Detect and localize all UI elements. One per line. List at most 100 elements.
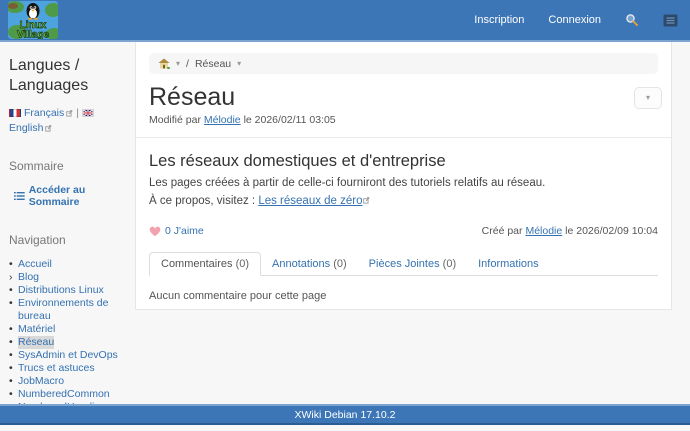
content-paragraph: À ce propos, visitez : Les réseaux de zé… bbox=[149, 194, 658, 208]
modified-prefix: Modifié par bbox=[149, 114, 201, 126]
page-actions-dropdown-button[interactable]: ▾ bbox=[634, 87, 662, 109]
sidebar-item-label[interactable]: JobMacro bbox=[18, 375, 64, 388]
french-flag-icon bbox=[9, 109, 21, 117]
header-nav: Inscription Connexion bbox=[474, 13, 678, 27]
tab-count: (0) bbox=[236, 258, 249, 270]
tab-label: Annotations bbox=[272, 258, 330, 270]
doc-extra-tabs: Commentaires (0) Annotations (0) Pièces … bbox=[149, 252, 658, 276]
tab-label: Pièces Jointes bbox=[369, 258, 440, 270]
tab-label: Commentaires bbox=[161, 258, 233, 270]
search-icon bbox=[625, 13, 639, 27]
created-prefix: Créé par bbox=[482, 225, 523, 237]
tab-commentaires[interactable]: Commentaires (0) bbox=[149, 252, 261, 276]
sidebar-item-label[interactable]: Matériel bbox=[18, 323, 55, 336]
sidebar-item-numberedcommon[interactable]: • NumberedCommon bbox=[9, 388, 127, 401]
sidebar-item-label[interactable]: Blog bbox=[18, 271, 39, 284]
content-paragraph: Les pages créées à partir de celle-ci fo… bbox=[149, 176, 658, 190]
content-link-prefix: À ce propos, visitez : bbox=[149, 195, 255, 207]
bullet-icon: • bbox=[9, 362, 18, 375]
tab-informations[interactable]: Informations bbox=[467, 253, 550, 275]
tab-pieces-jointes[interactable]: Pièces Jointes (0) bbox=[358, 253, 467, 275]
bullet-icon: • bbox=[9, 388, 18, 401]
created-author-link[interactable]: Mélodie bbox=[525, 225, 562, 237]
sidebar-item-label[interactable]: Réseau bbox=[18, 336, 54, 349]
tab-count: (0) bbox=[333, 258, 346, 270]
drawer-menu-button[interactable] bbox=[663, 14, 678, 27]
sidebar-item-label[interactable]: Trucs et astuces bbox=[18, 362, 95, 375]
navigation-list: • Accueil › Blog • Distributions Linux •… bbox=[9, 258, 127, 427]
navigation-panel-title: Navigation bbox=[9, 233, 127, 247]
language-separator: | bbox=[76, 107, 79, 119]
header-divider bbox=[136, 137, 671, 138]
language-link-english[interactable]: English bbox=[9, 122, 52, 134]
home-icon[interactable] bbox=[158, 58, 170, 69]
hamburger-menu-icon bbox=[663, 14, 678, 27]
search-button[interactable] bbox=[625, 13, 639, 27]
breadcrumb-separator: / bbox=[186, 58, 189, 70]
language-label: English bbox=[9, 122, 43, 134]
created-info: Créé par Mélodie le 2026/02/09 10:04 bbox=[482, 225, 658, 237]
breadcrumb-page-dropdown-caret[interactable]: ▾ bbox=[237, 60, 241, 68]
site-logo[interactable]: Linux Village bbox=[8, 1, 58, 39]
sidebar-item-reseau[interactable]: • Réseau bbox=[9, 336, 127, 349]
like-button[interactable]: 0 J'aime bbox=[149, 225, 204, 237]
sidebar-item-jobmacro[interactable]: • JobMacro bbox=[9, 375, 127, 388]
tab-annotations[interactable]: Annotations (0) bbox=[261, 253, 358, 275]
breadcrumb-home-dropdown-caret[interactable]: ▾ bbox=[176, 60, 180, 68]
sidebar-item-label[interactable]: SysAdmin et DevOps bbox=[18, 349, 118, 362]
sommaire-panel-title: Sommaire bbox=[9, 159, 127, 173]
languages-title: Langues / Languages bbox=[9, 56, 127, 96]
uk-flag-icon bbox=[82, 109, 94, 117]
modified-datetime: le 2026/02/11 03:05 bbox=[244, 114, 336, 126]
toc-link-label: Accéder au Sommaire bbox=[29, 184, 127, 208]
sidebar-item-label[interactable]: Accueil bbox=[18, 258, 52, 271]
bullet-icon: • bbox=[9, 375, 18, 388]
toc-link[interactable]: Accéder au Sommaire bbox=[14, 184, 127, 208]
comments-empty-message: Aucun commentaire pour cette page bbox=[136, 276, 671, 316]
heart-icon bbox=[149, 226, 161, 237]
like-count-label: 0 J'aime bbox=[165, 225, 204, 237]
bullet-icon: • bbox=[9, 297, 18, 323]
page-title: Réseau bbox=[149, 83, 658, 112]
bullet-icon: • bbox=[9, 336, 18, 349]
content-heading: Les réseaux domestiques et d'entreprise bbox=[149, 151, 658, 172]
toc-list-icon bbox=[14, 191, 25, 201]
breadcrumb-current-page[interactable]: Réseau bbox=[195, 58, 231, 70]
modified-author-link[interactable]: Mélodie bbox=[204, 114, 241, 126]
sidebar-item-materiel[interactable]: • Matériel bbox=[9, 323, 127, 336]
external-link-icon bbox=[45, 125, 52, 132]
tab-label: Informations bbox=[478, 258, 539, 270]
linux-village-logo-icon: Linux Village bbox=[8, 1, 58, 39]
top-header: Linux Village Inscription Connexion bbox=[0, 0, 690, 42]
sidebar-item-distributions-linux[interactable]: • Distributions Linux bbox=[9, 284, 127, 297]
register-link[interactable]: Inscription bbox=[474, 14, 524, 26]
bullet-icon: • bbox=[9, 349, 18, 362]
sidebar-item-environnements-de-bureau[interactable]: • Environnements de bureau bbox=[9, 297, 127, 323]
sidebar-item-accueil[interactable]: • Accueil bbox=[9, 258, 127, 271]
sidebar-item-label[interactable]: NumberedCommon bbox=[18, 388, 110, 401]
sidebar-item-label[interactable]: Distributions Linux bbox=[18, 284, 104, 297]
bullet-icon: • bbox=[9, 284, 18, 297]
main-content-panel: ▾ / Réseau ▾ ▾ Réseau Modifié par Mélodi… bbox=[135, 42, 672, 310]
tab-count: (0) bbox=[443, 258, 456, 270]
sidebar-item-sysadmin-et-devops[interactable]: • SysAdmin et DevOps bbox=[9, 349, 127, 362]
language-label: Français bbox=[24, 107, 64, 119]
modified-info: Modifié par Mélodie le 2026/02/11 03:05 bbox=[149, 114, 658, 127]
page-footer: XWiki Debian 17.10.2 bbox=[0, 404, 690, 425]
sidebar-item-trucs-et-astuces[interactable]: • Trucs et astuces bbox=[9, 362, 127, 375]
login-link[interactable]: Connexion bbox=[548, 14, 601, 26]
logo-text-line2: Village bbox=[17, 30, 49, 40]
language-link-francais[interactable]: Français bbox=[24, 107, 73, 119]
reseaux-de-zero-link[interactable]: Les réseaux de zéro bbox=[258, 195, 362, 207]
external-link-icon bbox=[66, 110, 73, 117]
chevron-right-icon[interactable]: › bbox=[9, 271, 18, 284]
footer-version-text: XWiki Debian 17.10.2 bbox=[295, 409, 396, 421]
bullet-icon: • bbox=[9, 323, 18, 336]
breadcrumb: ▾ / Réseau ▾ bbox=[149, 53, 658, 74]
bullet-icon: • bbox=[9, 258, 18, 271]
external-link-icon bbox=[363, 197, 370, 204]
sidebar-item-blog[interactable]: › Blog bbox=[9, 271, 127, 284]
sidebar-item-label[interactable]: Environnements de bureau bbox=[18, 297, 127, 323]
language-switcher: Français | English bbox=[9, 107, 127, 134]
created-datetime: le 2026/02/09 10:04 bbox=[565, 225, 658, 237]
